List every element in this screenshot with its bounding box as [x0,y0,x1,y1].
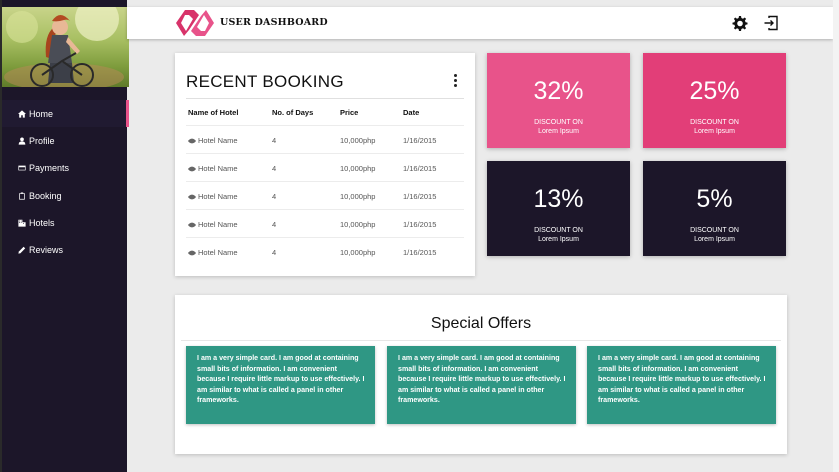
sidebar-item-home[interactable]: Home [2,100,129,128]
discount-label-line1: DISCOUNT ON [690,119,739,126]
table-cell-price: 10,000php [340,220,376,229]
sidebar-item-booking[interactable]: Booking [2,182,129,209]
table-cell-price: 10,000php [340,164,376,173]
column-header-price: Price [340,108,359,117]
special-offers-card: Special Offers I am a very simple card. … [175,295,787,454]
table-cell-days: 4 [272,164,277,173]
offer-card[interactable]: I am a very simple card. I am good at co… [186,346,375,424]
discount-tile[interactable]: 13% DISCOUNT ON Lorem Ipsum [487,161,630,256]
table-cell-price: 10,000php [340,136,376,145]
discount-tile[interactable]: 25% DISCOUNT ON Lorem Ipsum [643,53,786,148]
eye-icon [188,194,196,199]
column-header-date: Date [403,108,420,117]
discount-percent: 5% [696,185,733,213]
discount-label: DISCOUNT ON Lorem Ipsum [487,119,630,136]
discount-label-line2: Lorem Ipsum [694,127,735,135]
table-cell-date: 1/16/2015 [403,220,437,229]
discount-label: DISCOUNT ON Lorem Ipsum [487,227,630,244]
brand-logo[interactable] [175,9,215,37]
more-options-icon[interactable] [451,74,459,90]
building-icon [17,218,26,227]
sidebar-item-label: Profile [29,135,55,146]
table-row-hotel[interactable]: Hotel Name [188,192,238,201]
recent-booking-card: RECENT BOOKING Name of Hotel No. of Days… [175,53,475,276]
table-cell-date: 1/16/2015 [403,164,437,173]
sidebar-nav: Home Profile Payments Booking Hotels Rev… [2,100,129,264]
sidebar-item-profile[interactable]: Profile [2,127,129,154]
table-row-hotel[interactable]: Hotel Name [188,136,238,145]
home-icon [17,109,26,118]
top-bar: USER DASHBOARD [127,7,833,39]
discount-label: DISCOUNT ON Lorem Ipsum [643,227,786,244]
sidebar: Home Profile Payments Booking Hotels Rev… [0,0,129,472]
discount-tile[interactable]: 5% DISCOUNT ON Lorem Ipsum [643,161,786,256]
credit-card-icon [17,164,26,173]
table-cell-days: 4 [272,248,277,257]
table-cell-price: 10,000php [340,192,376,201]
row-divider [186,181,464,182]
logout-icon[interactable] [763,15,779,31]
row-divider [186,209,464,210]
sidebar-item-label: Hotels [29,217,55,228]
discount-label-line1: DISCOUNT ON [690,227,739,234]
special-offers-title: Special Offers [430,315,532,332]
offer-card[interactable]: I am a very simple card. I am good at co… [387,346,576,424]
discount-tile[interactable]: 32% DISCOUNT ON Lorem Ipsum [487,53,630,148]
hotel-name: Hotel Name [198,136,238,145]
discount-label: DISCOUNT ON Lorem Ipsum [643,119,786,136]
discount-percent: 13% [533,185,584,213]
table-row-hotel[interactable]: Hotel Name [188,220,238,229]
eye-icon [188,222,196,227]
hotel-name: Hotel Name [198,164,238,173]
sidebar-item-label: Home [29,108,54,119]
table-cell-date: 1/16/2015 [403,192,437,201]
table-row-hotel[interactable]: Hotel Name [188,248,238,257]
table-cell-date: 1/16/2015 [403,248,437,257]
eye-icon [188,138,196,143]
column-header-days: No. of Days [272,108,314,117]
window-edge [833,0,839,472]
discount-label-line2: Lorem Ipsum [538,127,579,135]
table-cell-days: 4 [272,136,277,145]
table-cell-date: 1/16/2015 [403,136,437,145]
discount-percent: 32% [533,77,584,105]
settings-gear-icon[interactable] [732,15,748,31]
eye-icon [188,166,196,171]
table-divider [186,98,464,99]
clipboard-icon [17,191,26,200]
eye-icon [188,250,196,255]
sidebar-item-label: Booking [29,190,62,201]
discount-percent: 25% [689,77,740,105]
hotel-name: Hotel Name [198,248,238,257]
table-cell-price: 10,000php [340,248,376,257]
table-row-hotel[interactable]: Hotel Name [188,164,238,173]
sidebar-item-payments[interactable]: Payments [2,155,129,182]
table-cell-days: 4 [272,220,277,229]
row-divider [186,153,464,154]
discount-label-line2: Lorem Ipsum [538,235,579,243]
sidebar-item-label: Payments [29,163,70,174]
sidebar-item-hotels[interactable]: Hotels [2,209,129,236]
table-cell-days: 4 [272,192,277,201]
row-divider [186,237,464,238]
offers-divider [181,340,781,341]
row-divider [186,125,464,126]
profile-photo [2,7,129,87]
app-title: USER DASHBOARD [220,17,328,28]
column-header-hotel: Name of Hotel [188,108,239,117]
sidebar-item-reviews[interactable]: Reviews [2,236,129,263]
sidebar-item-label: Reviews [29,245,64,256]
discount-label-line1: DISCOUNT ON [534,119,583,126]
person-icon [17,136,26,145]
discount-label-line2: Lorem Ipsum [694,235,735,243]
recent-booking-title: RECENT BOOKING [186,72,344,91]
discount-label-line1: DISCOUNT ON [534,227,583,234]
offer-card[interactable]: I am a very simple card. I am good at co… [587,346,776,424]
pencil-icon [17,246,26,255]
hotel-name: Hotel Name [198,220,238,229]
hotel-name: Hotel Name [198,192,238,201]
